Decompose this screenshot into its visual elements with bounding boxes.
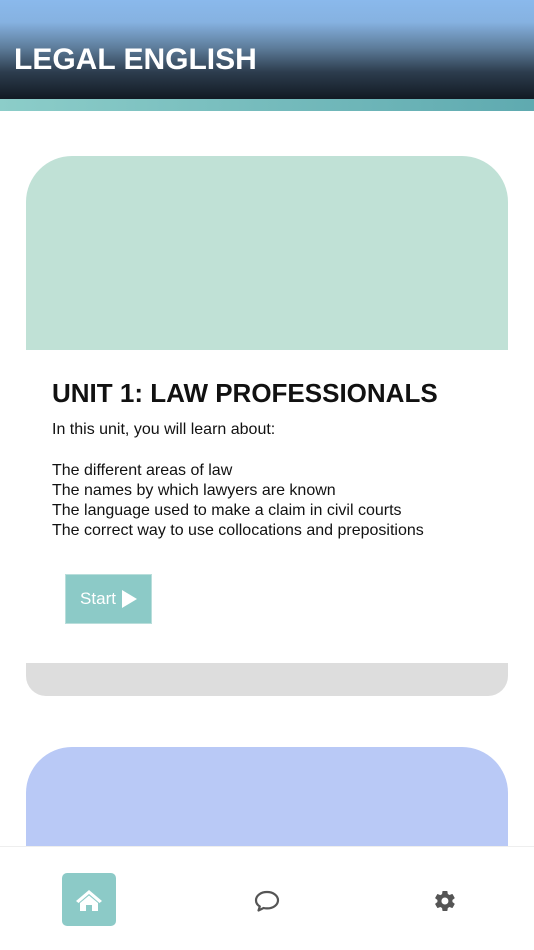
app-header: LEGAL ENGLISH — [0, 0, 534, 99]
unit-topic: The names by which lawyers are known — [52, 482, 336, 499]
app-title: LEGAL ENGLISH — [14, 43, 257, 76]
unit-topic: The correct way to use collocations and … — [52, 522, 424, 539]
unit-topics-list: The different areas of law The names by … — [52, 461, 424, 541]
chat-bubble-icon — [254, 890, 280, 912]
app: LEGAL ENGLISH UNIT 1: LAW PROFESSIONALS … — [0, 0, 534, 950]
home-icon — [76, 889, 102, 911]
nav-chat-button[interactable] — [249, 883, 285, 919]
unit-card-banner — [26, 747, 508, 846]
bottom-navigation — [0, 846, 534, 950]
unit-topic: The language used to make a claim in civ… — [52, 502, 402, 519]
unit-topic: The different areas of law — [52, 462, 233, 479]
unit-card-footer — [26, 663, 508, 696]
nav-settings-button[interactable] — [427, 883, 463, 919]
start-button[interactable]: Start — [65, 574, 152, 624]
unit-card-1: UNIT 1: LAW PROFESSIONALS In this unit, … — [26, 156, 508, 696]
unit-list[interactable]: UNIT 1: LAW PROFESSIONALS In this unit, … — [0, 111, 534, 846]
unit-card-banner — [26, 156, 508, 350]
header-accent-stripe — [0, 99, 534, 111]
nav-home-button[interactable] — [62, 873, 116, 926]
unit-card-2[interactable] — [26, 747, 508, 846]
start-button-label: Start — [80, 589, 116, 608]
unit-intro: In this unit, you will learn about: — [52, 421, 276, 438]
unit-title: UNIT 1: LAW PROFESSIONALS — [52, 378, 438, 408]
play-icon — [121, 590, 137, 608]
unit-card-body: UNIT 1: LAW PROFESSIONALS In this unit, … — [26, 350, 508, 663]
gear-icon — [435, 890, 455, 912]
